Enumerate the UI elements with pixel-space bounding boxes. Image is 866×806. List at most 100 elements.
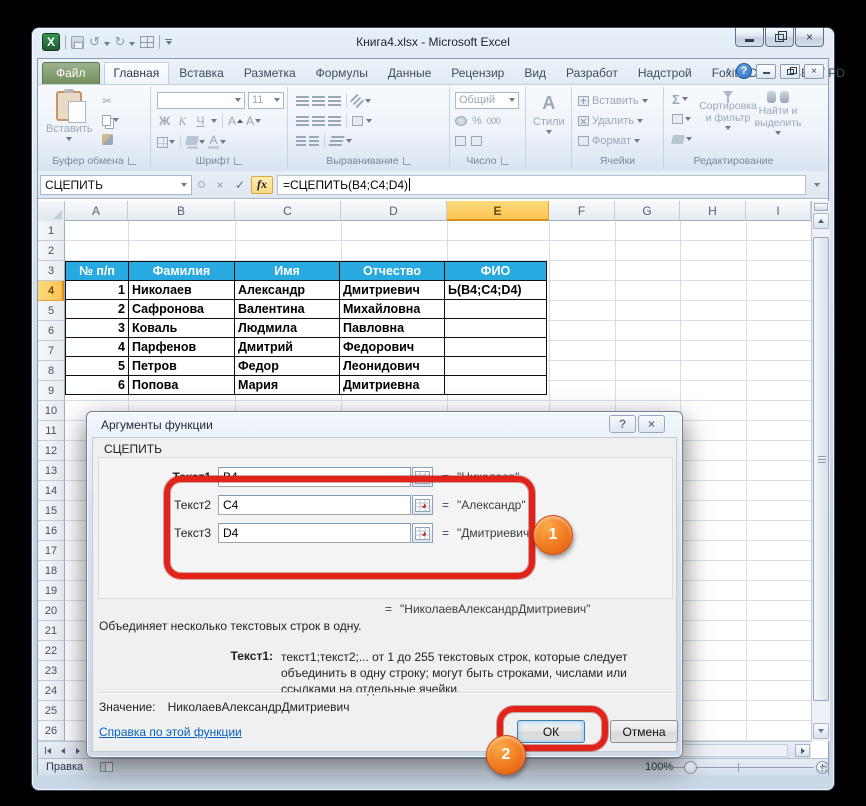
redo-button[interactable]: ↻ <box>115 35 136 49</box>
table-cell[interactable] <box>444 299 547 319</box>
table-cell[interactable]: Федорович <box>339 337 445 357</box>
table-cell[interactable]: 5 <box>65 356 129 376</box>
ribbon-tab[interactable]: Вид <box>514 62 556 84</box>
table-cell[interactable]: 2 <box>65 299 129 319</box>
save-icon[interactable] <box>71 36 84 49</box>
table-header-cell[interactable]: ФИО <box>444 261 547 281</box>
function-help-link[interactable]: Справка по этой функции <box>99 725 242 739</box>
cancel-entry-button[interactable]: × <box>211 176 229 194</box>
dialog-help-button[interactable]: ? <box>609 415 636 433</box>
workbook-restore-button[interactable] <box>780 64 800 79</box>
ribbon-tab[interactable]: Рецензир <box>441 62 514 84</box>
row-header[interactable]: 6 <box>38 321 65 341</box>
vertical-scroll-thumb[interactable] <box>813 237 829 701</box>
table-cell[interactable] <box>444 375 547 395</box>
table-header-cell[interactable]: № п/п <box>65 261 129 281</box>
row-header[interactable]: 12 <box>38 441 65 461</box>
copy-button[interactable] <box>100 112 121 128</box>
ribbon-tab[interactable]: Надстрой <box>628 62 702 84</box>
table-cell[interactable]: Сафронова <box>128 299 235 319</box>
column-header[interactable]: A <box>65 201 128 221</box>
row-header[interactable]: 14 <box>38 481 65 501</box>
ok-button[interactable]: ОК <box>517 720 585 743</box>
grow-font-button[interactable]: А <box>228 113 243 129</box>
row-header[interactable]: 19 <box>38 581 65 601</box>
resize-grip[interactable] <box>815 762 827 774</box>
italic-button[interactable]: К <box>175 113 190 129</box>
table-cell[interactable]: 4 <box>65 337 129 357</box>
ribbon-tab[interactable]: Файл <box>42 62 100 84</box>
row-header[interactable]: 21 <box>38 621 65 641</box>
column-header[interactable]: C <box>235 201 341 221</box>
table-cell[interactable]: Парфенов <box>128 337 235 357</box>
select-all-corner[interactable] <box>38 201 65 221</box>
row-header[interactable]: 5 <box>38 301 65 321</box>
font-size-select[interactable]: 11 <box>248 92 284 109</box>
table-cell[interactable] <box>444 356 547 376</box>
number-dialog-launcher-icon[interactable] <box>501 157 509 165</box>
table-cell[interactable] <box>444 318 547 338</box>
row-header[interactable]: 16 <box>38 521 65 541</box>
align-center-icon[interactable] <box>312 116 325 126</box>
row-header[interactable]: 9 <box>38 381 65 401</box>
increase-decimal-icon[interactable] <box>455 136 466 146</box>
row-header[interactable]: 25 <box>38 701 65 721</box>
quick-table-icon[interactable] <box>140 36 154 48</box>
format-painter-button[interactable] <box>100 131 121 147</box>
workbook-close-button[interactable]: × <box>804 64 824 79</box>
split-handle[interactable] <box>814 203 828 211</box>
table-cell[interactable]: Дмитриевич <box>339 280 445 300</box>
ribbon-tab[interactable]: Данные <box>378 62 441 84</box>
table-cell[interactable]: Коваль <box>128 318 235 338</box>
font-dialog-launcher-icon[interactable] <box>234 157 242 165</box>
cut-button[interactable]: ✂ <box>100 93 121 109</box>
row-header[interactable]: 18 <box>38 561 65 581</box>
row-header[interactable]: 26 <box>38 721 65 741</box>
restore-button[interactable] <box>765 28 794 47</box>
borders-button[interactable] <box>157 134 175 150</box>
align-right-icon[interactable] <box>328 116 341 126</box>
table-cell[interactable]: 1 <box>65 280 129 300</box>
next-sheet-button[interactable] <box>71 744 84 757</box>
column-header[interactable]: G <box>615 201 680 221</box>
ribbon-tab[interactable]: Разработ <box>556 62 628 84</box>
help-button[interactable]: ? <box>736 63 752 79</box>
table-cell[interactable]: Людмила <box>234 318 340 338</box>
table-cell[interactable]: Федор <box>234 356 340 376</box>
clipboard-dialog-launcher-icon[interactable] <box>128 157 136 165</box>
formula-input[interactable]: =СЦЕПИТЬ(B4;C4;D4) <box>277 175 806 195</box>
row-header[interactable]: 3 <box>38 261 65 281</box>
row-header[interactable]: 24 <box>38 681 65 701</box>
wrap-text-icon[interactable] <box>328 136 344 146</box>
scroll-up-button[interactable] <box>813 213 829 229</box>
row-header[interactable]: 22 <box>38 641 65 661</box>
underline-button[interactable]: Ч <box>193 113 208 129</box>
merge-center-icon[interactable] <box>352 116 363 126</box>
range-picker-button[interactable] <box>412 495 433 515</box>
row-header[interactable]: 15 <box>38 501 65 521</box>
table-cell[interactable]: Дмитрий <box>234 337 340 357</box>
table-cell[interactable]: Леонидович <box>339 356 445 376</box>
insert-cells-button[interactable]: Вставить <box>592 95 639 107</box>
orientation-icon[interactable] <box>350 94 364 108</box>
column-header[interactable]: H <box>680 201 746 221</box>
table-cell[interactable]: Александр <box>234 280 340 300</box>
shrink-font-button[interactable]: А <box>246 113 261 129</box>
find-select-button[interactable]: Найти и выделить <box>756 91 800 135</box>
excel-app-icon[interactable]: X <box>42 33 60 51</box>
macro-record-icon[interactable] <box>100 762 113 772</box>
row-header[interactable]: 1 <box>38 221 65 241</box>
row-header[interactable]: 13 <box>38 461 65 481</box>
argument-input[interactable]: C4 <box>218 495 411 515</box>
align-bottom-icon[interactable] <box>328 96 341 106</box>
format-cells-button[interactable]: Формат <box>592 135 631 147</box>
font-color-button[interactable]: А <box>208 134 226 150</box>
argument-input[interactable]: B4 <box>218 467 411 487</box>
row-header[interactable]: 20 <box>38 601 65 621</box>
ribbon-tab[interactable]: Главная <box>104 62 170 84</box>
table-header-cell[interactable]: Отчество <box>339 261 445 281</box>
argument-input[interactable]: D4 <box>218 523 411 543</box>
fill-button[interactable] <box>670 111 694 127</box>
workbook-minimize-button[interactable] <box>756 64 776 79</box>
dialog-close-button[interactable]: × <box>638 415 665 433</box>
